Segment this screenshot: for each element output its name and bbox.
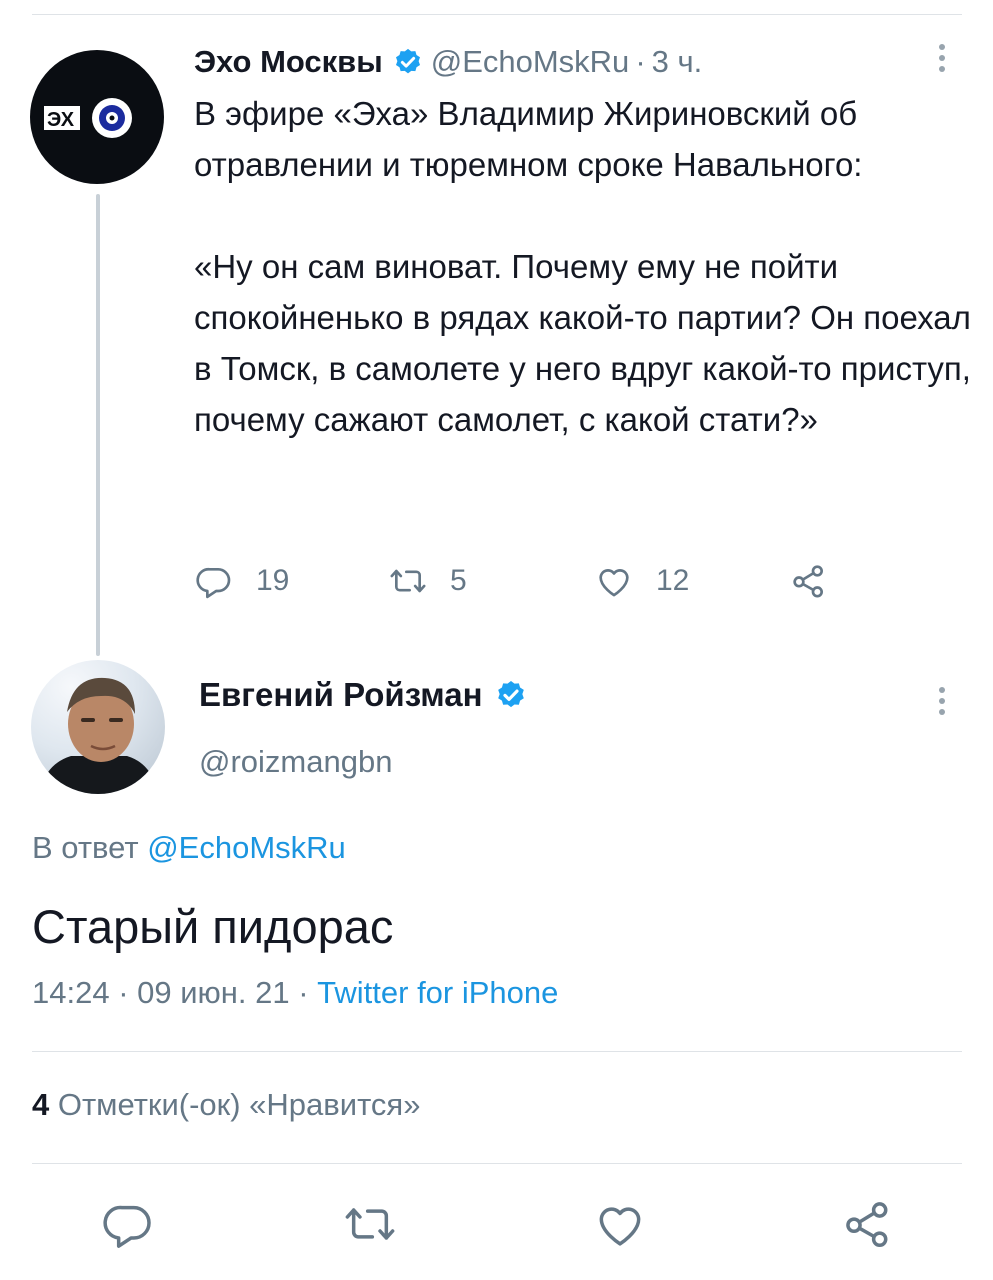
main-reply-button[interactable] (100, 1196, 156, 1252)
top-divider (32, 14, 962, 15)
more-icon[interactable] (937, 44, 947, 77)
roizman-avatar[interactable] (31, 660, 165, 794)
retweet-icon (390, 569, 426, 593)
like-total: 4 (32, 1087, 50, 1122)
source-link[interactable]: Twitter for iPhone (317, 975, 558, 1010)
verified-badge-icon (395, 48, 420, 74)
parent-actions-bar: 19 5 12 (194, 558, 844, 604)
like-count: 12 (656, 564, 690, 597)
main-retweet-button[interactable] (342, 1196, 398, 1252)
share-icon (846, 1202, 888, 1247)
main-actions-bar (0, 1196, 993, 1252)
main-share-button[interactable] (840, 1196, 896, 1252)
timestamp: 14:24 · 09 июн. 21 · (32, 975, 318, 1010)
parent-share-button[interactable] (789, 558, 829, 604)
parent-author-name[interactable]: Эхо Москвы (194, 44, 383, 80)
reply-context: В ответ @EchoMskRu (32, 830, 346, 866)
main-author-name-text: Евгений Ройзман (199, 676, 483, 713)
reply-target-link[interactable]: @EchoMskRu (147, 830, 346, 865)
reply-icon (196, 567, 231, 599)
stats-divider-bottom (32, 1163, 962, 1164)
parent-text-paragraph-1: В эфире «Эха» Владимир Жириновский об от… (194, 95, 863, 183)
share-icon (793, 565, 823, 598)
reply-icon (103, 1205, 151, 1248)
echo-logo-icon: ЭХ (44, 98, 132, 138)
main-tweet-text: Старый пидорас (32, 900, 394, 953)
stats-divider-top (32, 1051, 962, 1052)
separator-dot: · (635, 44, 646, 79)
more-icon[interactable] (937, 687, 947, 720)
echo-avatar[interactable]: ЭХ (30, 50, 164, 184)
like-icon (599, 569, 629, 597)
likes-summary[interactable]: 4 Отметки(-ок) «Нравится» (32, 1087, 420, 1123)
parent-reply-button[interactable]: 19 (194, 558, 289, 604)
verified-badge-icon (497, 681, 524, 708)
main-like-button[interactable] (592, 1196, 648, 1252)
parent-tweet-header: Эхо Москвы @EchoMskRu · 3 ч. (194, 38, 702, 86)
profile-photo (39, 677, 157, 794)
thread-line (96, 194, 100, 656)
tweet-meta: 14:24 · 09 июн. 21 · Twitter for iPhone (32, 975, 558, 1011)
retweet-count: 5 (450, 564, 467, 597)
reply-count: 19 (256, 564, 290, 597)
parent-text-paragraph-2: «Ну он сам виноват. Почему ему не пойти … (194, 248, 971, 438)
retweet-icon (345, 1208, 395, 1240)
parent-time[interactable]: 3 ч. (652, 44, 703, 80)
parent-tweet-text: В эфире «Эха» Владимир Жириновский об от… (194, 88, 979, 445)
like-label: Отметки(-ок) «Нравится» (57, 1087, 421, 1122)
main-handle[interactable]: @roizmangbn (199, 744, 392, 780)
svg-text:ЭХ: ЭХ (47, 109, 75, 131)
parent-like-button[interactable]: 12 (594, 558, 689, 604)
main-author-name[interactable]: Евгений Ройзман (199, 676, 535, 714)
like-icon (599, 1207, 641, 1246)
reply-prefix: В ответ (32, 830, 139, 865)
parent-handle[interactable]: @EchoMskRu (431, 44, 630, 80)
parent-retweet-button[interactable]: 5 (388, 558, 467, 604)
